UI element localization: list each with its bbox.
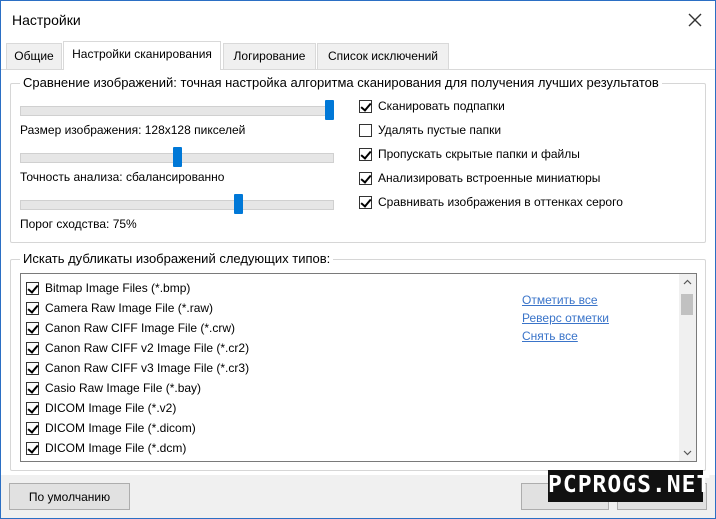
checkbox[interactable] <box>359 147 372 161</box>
checkbox[interactable] <box>26 361 39 375</box>
option-row[interactable]: Анализировать встроенные миниатюры <box>359 170 600 186</box>
tab-logging[interactable]: Логирование <box>223 43 316 69</box>
image-size-label: Размер изображения: 128x128 пикселей <box>20 123 246 137</box>
comparison-group: Сравнение изображений: точная настройка … <box>10 75 706 243</box>
list-item[interactable]: Camera Raw Image File (*.raw) <box>26 299 213 317</box>
checkbox[interactable] <box>359 171 372 185</box>
accuracy-label: Точность анализа: сбалансированно <box>20 170 225 184</box>
checkbox[interactable] <box>359 99 372 113</box>
defaults-button[interactable]: По умолчанию <box>9 483 130 510</box>
slider-track <box>20 200 334 210</box>
list-item[interactable]: Canon Raw CIFF v2 Image File (*.cr2) <box>26 339 249 357</box>
checkbox[interactable] <box>26 301 39 315</box>
checkbox[interactable] <box>26 401 39 415</box>
filetype-label: Canon Raw CIFF v2 Image File (*.cr2) <box>45 341 250 355</box>
option-row[interactable]: Сканировать подпапки <box>359 98 505 114</box>
tab-general[interactable]: Общие <box>6 43 62 69</box>
list-scrollbar[interactable] <box>679 274 696 461</box>
uncheck-all-link[interactable]: Снять все <box>522 329 609 343</box>
filetype-label: Camera Raw Image File (*.raw) <box>45 301 214 315</box>
filetype-label: DICOM Image File (*.dicom) <box>45 421 196 435</box>
filetype-label: Bitmap Image Files (*.bmp) <box>45 281 191 295</box>
settings-window: Настройки Общие Настройки сканирования Л… <box>0 0 716 519</box>
tab-scan-settings[interactable]: Настройки сканирования <box>63 41 221 70</box>
slider-thumb[interactable] <box>325 100 334 120</box>
checkbox[interactable] <box>26 341 39 355</box>
slider-track <box>20 106 334 116</box>
list-item[interactable]: Canon Raw CIFF v3 Image File (*.cr3) <box>26 359 249 377</box>
tab-label: Общие <box>14 49 54 63</box>
accuracy-slider[interactable] <box>20 147 334 167</box>
option-label: Сравнивать изображения в оттенках серого <box>378 195 623 209</box>
similarity-label: Порог сходства: 75% <box>20 217 137 231</box>
slider-thumb[interactable] <box>173 147 182 167</box>
tab-content: Сравнение изображений: точная настройка … <box>1 69 715 475</box>
list-item[interactable]: DICOM Image File (*.v2) <box>26 399 176 417</box>
comparison-group-title: Сравнение изображений: точная настройка … <box>20 75 662 90</box>
checkbox[interactable] <box>26 381 39 395</box>
filetype-label: Casio Raw Image File (*.bay) <box>45 381 202 395</box>
option-label: Сканировать подпапки <box>378 99 505 113</box>
filetype-label: Canon Raw CIFF v3 Image File (*.cr3) <box>45 361 250 375</box>
tab-label: Список исключений <box>327 49 439 63</box>
tab-label: Настройки сканирования <box>72 47 212 61</box>
filetypes-group-title: Искать дубликаты изображений следующих т… <box>20 251 334 266</box>
filetype-label: DICOM Image File (*.dcm) <box>45 441 187 455</box>
checkbox[interactable] <box>26 441 39 455</box>
filetype-label: DICOM Image File (*.v2) <box>45 401 177 415</box>
title-bar: Настройки <box>1 1 715 39</box>
checkbox[interactable] <box>26 281 39 295</box>
option-row[interactable]: Пропускать скрытые папки и файлы <box>359 146 580 162</box>
option-label: Пропускать скрытые папки и файлы <box>378 147 580 161</box>
invert-selection-link[interactable]: Реверс отметки <box>522 311 609 325</box>
list-item[interactable]: Bitmap Image Files (*.bmp) <box>26 279 190 297</box>
watermark-logo: PCPROGS.NET <box>548 470 710 502</box>
scroll-up-icon[interactable] <box>679 274 696 291</box>
filetype-label: Canon Raw CIFF Image File (*.crw) <box>45 321 236 335</box>
scroll-down-icon[interactable] <box>679 444 696 461</box>
tab-exclusions[interactable]: Список исключений <box>317 43 449 69</box>
list-item[interactable]: DICOM Image File (*.dicom) <box>26 419 196 437</box>
filetype-list[interactable]: Bitmap Image Files (*.bmp) Camera Raw Ima… <box>20 273 697 462</box>
checkbox[interactable] <box>359 123 372 137</box>
check-all-link[interactable]: Отметить все <box>522 293 609 307</box>
checkbox[interactable] <box>359 195 372 209</box>
option-row[interactable]: Сравнивать изображения в оттенках серого <box>359 194 623 210</box>
window-title: Настройки <box>12 12 81 28</box>
scroll-thumb[interactable] <box>681 294 693 315</box>
similarity-slider[interactable] <box>20 194 334 214</box>
tab-bar: Общие Настройки сканирования Логирование… <box>1 39 715 70</box>
selection-links: Отметить все Реверс отметки Снять все <box>522 293 609 347</box>
option-row[interactable]: Удалять пустые папки <box>359 122 501 138</box>
option-label: Анализировать встроенные миниатюры <box>378 171 601 185</box>
checkbox[interactable] <box>26 321 39 335</box>
option-label: Удалять пустые папки <box>378 123 502 137</box>
image-size-slider[interactable] <box>20 100 334 120</box>
close-icon[interactable] <box>685 10 705 30</box>
list-item[interactable]: Casio Raw Image File (*.bay) <box>26 379 201 397</box>
checkbox[interactable] <box>26 421 39 435</box>
tab-label: Логирование <box>233 49 306 63</box>
list-item[interactable]: Canon Raw CIFF Image File (*.crw) <box>26 319 235 337</box>
slider-thumb[interactable] <box>234 194 243 214</box>
list-item[interactable]: DICOM Image File (*.dcm) <box>26 439 186 457</box>
